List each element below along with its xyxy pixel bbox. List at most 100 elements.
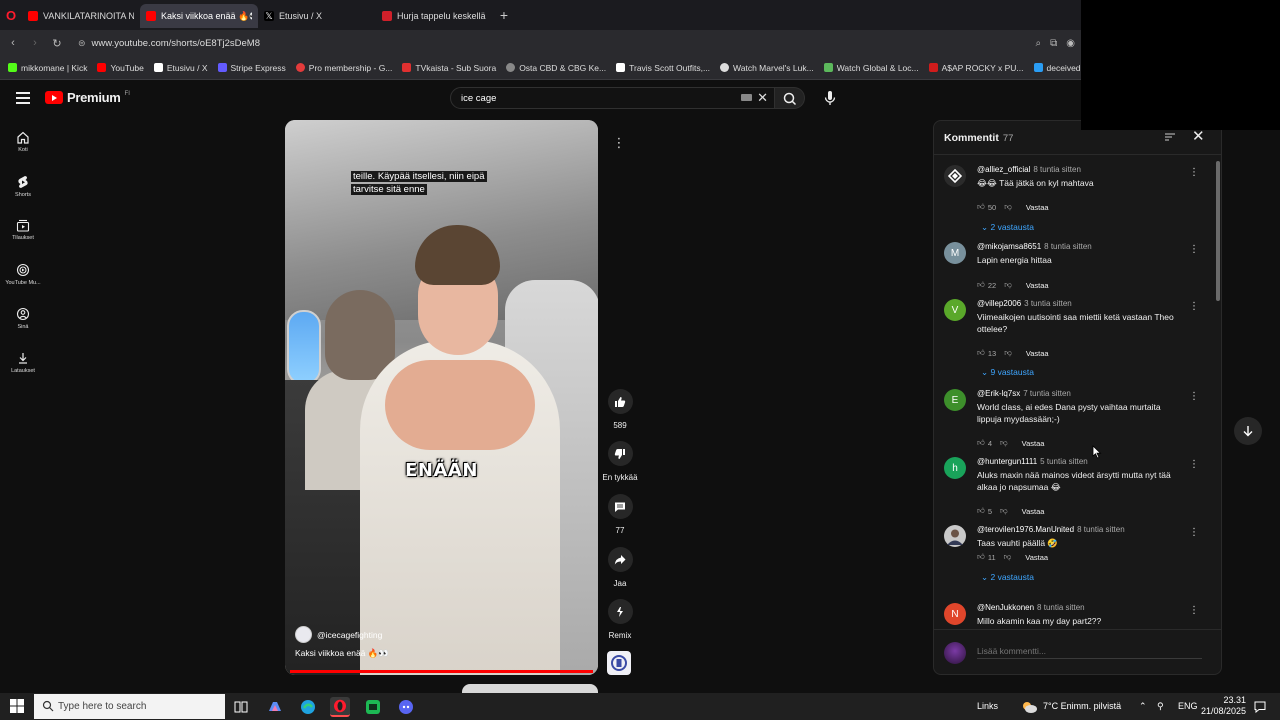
comment-avatar[interactable]: h — [944, 457, 966, 479]
comments-scrollbar[interactable] — [1216, 155, 1220, 629]
weather-text[interactable]: 7°C Enimm. pilvistä — [1043, 701, 1121, 711]
thumbs-up-icon[interactable]: 👍︎ — [977, 438, 985, 448]
search-button[interactable] — [775, 87, 805, 109]
comment-time[interactable]: 8 tuntia sitten — [1044, 242, 1092, 251]
bookmark-item[interactable]: Watch Marvel's Luk... — [720, 63, 814, 73]
bookmark-item[interactable]: Etusivu / X — [153, 63, 208, 73]
comment-time[interactable]: 5 tuntia sitten — [1040, 457, 1088, 466]
thumbs-down-icon[interactable]: 👎︎ — [1004, 552, 1012, 562]
thumbs-up-icon[interactable]: 👍︎ — [977, 506, 985, 516]
edge-browser-icon[interactable] — [298, 697, 318, 717]
thumbs-down-icon[interactable]: 👎︎ — [1004, 280, 1012, 290]
comment-avatar[interactable]: N — [944, 603, 966, 625]
sidebar-item-home[interactable]: Koti — [0, 120, 46, 164]
site-info-icon[interactable]: ⊜ — [78, 38, 86, 49]
reply-button[interactable]: Vastaa — [1026, 203, 1049, 212]
bookmark-item[interactable]: mikkomane | Kick — [8, 63, 87, 73]
sidebar-item-subscriptions[interactable]: Tilaukset — [0, 208, 46, 252]
thumbs-up-icon[interactable]: 👍︎ — [977, 280, 985, 290]
view-replies-button[interactable]: ⌄ 2 vastausta — [981, 222, 1034, 233]
reply-button[interactable]: Vastaa — [1026, 281, 1049, 290]
notifications-icon[interactable] — [1250, 697, 1270, 717]
more-options-icon[interactable]: ⋮ — [608, 135, 630, 155]
thumbs-down-icon[interactable]: 👎︎ — [1000, 438, 1008, 448]
like-button[interactable]: 589 — [598, 389, 642, 430]
next-short-button[interactable] — [1234, 417, 1262, 445]
new-tab-button[interactable]: + — [494, 7, 514, 23]
bookmark-item[interactable]: Watch Global & Loc... — [823, 63, 919, 73]
thumbs-down-icon[interactable]: 👎︎ — [1000, 506, 1008, 516]
spotify-like-app-icon[interactable] — [363, 697, 383, 717]
comment-author[interactable]: @alliez_official — [977, 165, 1030, 174]
copilot-icon[interactable] — [265, 697, 285, 717]
reload-button[interactable]: ↻ — [46, 37, 68, 50]
camera-icon[interactable]: ◉ — [1066, 38, 1075, 49]
comment-more-icon[interactable]: ⋮ — [1189, 527, 1199, 538]
browser-tab-2[interactable]: Kaksi viikkoa enää 🔥👀 — [140, 4, 258, 28]
comment-time[interactable]: 8 tuntia sitten — [1033, 165, 1081, 174]
comment-time[interactable]: 7 tuntia sitten — [1023, 389, 1071, 398]
comment-avatar[interactable]: V — [944, 299, 966, 321]
opera-browser-icon[interactable] — [330, 697, 350, 717]
browser-tab-3[interactable]: 𝕏 Etusivu / X — [258, 4, 376, 28]
bookmark-item[interactable]: A$AP ROCKY x PU... — [928, 63, 1024, 73]
browser-tab-4[interactable]: Hurja tappelu keskellä He — [376, 4, 494, 28]
browser-tab-1[interactable]: VANKILATARINOITA NRO — [22, 4, 140, 28]
menu-icon[interactable] — [16, 92, 30, 104]
keyboard-icon[interactable] — [741, 94, 752, 101]
dislike-button[interactable]: En tykkää — [598, 441, 642, 482]
bookmark-item[interactable]: YouTube — [97, 63, 144, 73]
thumbs-up-icon[interactable]: 👍︎ — [977, 202, 985, 212]
comment-author[interactable]: @mikojamsa8651 — [977, 242, 1041, 251]
opera-logo-icon[interactable]: O — [0, 0, 22, 30]
sidebar-item-shorts[interactable]: Shorts — [0, 164, 46, 208]
sound-avatar[interactable] — [607, 651, 631, 675]
comment-more-icon[interactable]: ⋮ — [1189, 391, 1199, 402]
comment-avatar[interactable]: E — [944, 389, 966, 411]
open-external-icon[interactable]: ⧉ — [1050, 38, 1057, 49]
sort-icon[interactable] — [1164, 131, 1176, 143]
url-field[interactable]: www.youtube.com/shorts/oE8Tj2sDeM8 — [92, 38, 260, 49]
show-hidden-icons-icon[interactable]: ⌃ — [1139, 701, 1147, 712]
thumbs-up-icon[interactable]: 👍︎ — [977, 552, 985, 562]
thumbs-up-icon[interactable]: 👍︎ — [977, 348, 985, 358]
thumbs-down-icon[interactable]: 👎︎ — [1004, 202, 1012, 212]
comment-author[interactable]: @terovilen1976.ManUnited — [977, 525, 1074, 534]
windows-start-icon[interactable] — [10, 699, 24, 713]
forward-button[interactable]: › — [24, 37, 46, 49]
comment-more-icon[interactable]: ⋮ — [1189, 167, 1199, 178]
bookmark-item[interactable]: Pro membership - G... — [295, 63, 392, 73]
search-icon[interactable]: ⌕ — [1036, 38, 1042, 49]
comment-author[interactable]: @NenJukkonen — [977, 603, 1034, 612]
sidebar-item-downloads[interactable]: Lataukset — [0, 340, 46, 384]
comment-avatar[interactable] — [944, 165, 966, 187]
clock[interactable]: 23.31 21/08/2025 — [1201, 695, 1246, 717]
back-button[interactable]: ‹ — [2, 37, 24, 49]
bookmark-item[interactable]: Travis Scott Outfits,... — [616, 63, 710, 73]
add-comment-input[interactable] — [977, 643, 1202, 659]
channel-info[interactable]: @icecagefighting — [295, 626, 382, 643]
comments-list[interactable]: @alliez_official 8 tuntia sitten 😂😂 Tää j… — [934, 155, 1221, 629]
comment-more-icon[interactable]: ⋮ — [1189, 459, 1199, 470]
comment-avatar[interactable] — [944, 525, 966, 547]
comment-more-icon[interactable]: ⋮ — [1189, 301, 1199, 312]
thumbs-down-icon[interactable]: 👎︎ — [1004, 348, 1012, 358]
sidebar-item-you[interactable]: Sinä — [0, 296, 46, 340]
reply-button[interactable]: Vastaa — [1022, 439, 1045, 448]
share-button[interactable]: Jaa — [598, 547, 642, 588]
comment-time[interactable]: 3 tuntia sitten — [1024, 299, 1072, 308]
comment-more-icon[interactable]: ⋮ — [1189, 605, 1199, 616]
reply-button[interactable]: Vastaa — [1026, 349, 1049, 358]
youtube-logo[interactable]: Premium FI — [45, 90, 130, 105]
channel-name[interactable]: @icecagefighting — [317, 630, 382, 640]
discord-icon[interactable] — [396, 697, 416, 717]
taskbar-search-input[interactable]: Type here to search — [34, 694, 225, 719]
language-indicator[interactable]: ENG — [1178, 701, 1198, 711]
bookmark-item[interactable]: Stripe Express — [217, 63, 286, 73]
reply-button[interactable]: Vastaa — [1022, 507, 1045, 516]
reply-button[interactable]: Vastaa — [1025, 553, 1048, 562]
comments-button[interactable]: 77 — [598, 494, 642, 535]
view-replies-button[interactable]: ⌄ 2 vastausta — [981, 572, 1034, 583]
bookmark-item[interactable]: TVkaista - Sub Suora — [402, 63, 496, 73]
comment-author[interactable]: @huntergun1111 — [977, 457, 1037, 466]
